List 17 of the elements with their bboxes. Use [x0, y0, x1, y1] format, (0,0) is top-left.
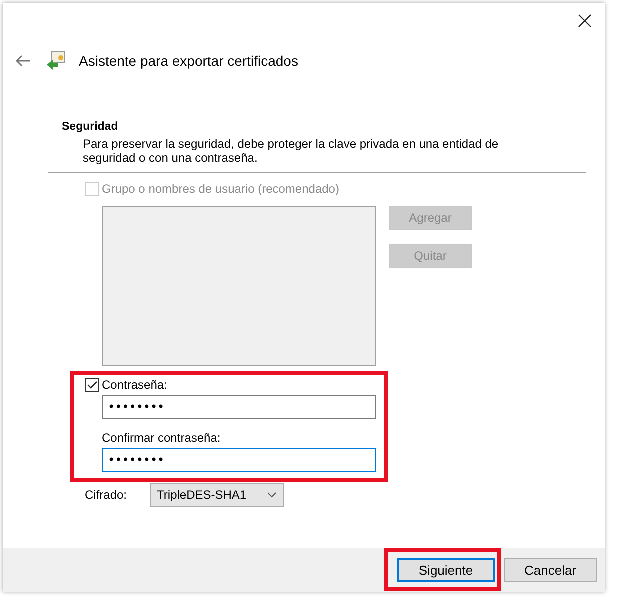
back-arrow-icon[interactable] [15, 55, 31, 67]
password-field[interactable]: •••••••• [102, 395, 376, 419]
group-checkbox-label: Grupo o nombres de usuario (recomendado) [102, 182, 340, 196]
confirm-password-label: Confirmar contraseña: [102, 431, 222, 445]
password-checkbox-label: Contraseña: [102, 378, 168, 392]
password-checkbox[interactable] [85, 378, 99, 392]
close-icon[interactable] [578, 14, 592, 28]
encryption-label: Cifrado: [85, 488, 128, 502]
dialog-button[interactable]: Cancelar [504, 558, 597, 582]
window-title: Asistente para exportar certificados [79, 53, 298, 69]
dialog-button[interactable]: Siguiente [397, 558, 495, 582]
confirm-password-field[interactable]: •••••••• [102, 448, 376, 472]
encryption-dropdown[interactable]: TripleDES-SHA1 [150, 483, 284, 507]
section-heading: Seguridad [62, 121, 120, 133]
chevron-down-icon [267, 492, 278, 498]
section-description: Para preservar la seguridad, debe proteger la clave privada en una entidad de seguridad o con una contraseña. [83, 137, 500, 165]
certificate-icon [45, 51, 67, 71]
